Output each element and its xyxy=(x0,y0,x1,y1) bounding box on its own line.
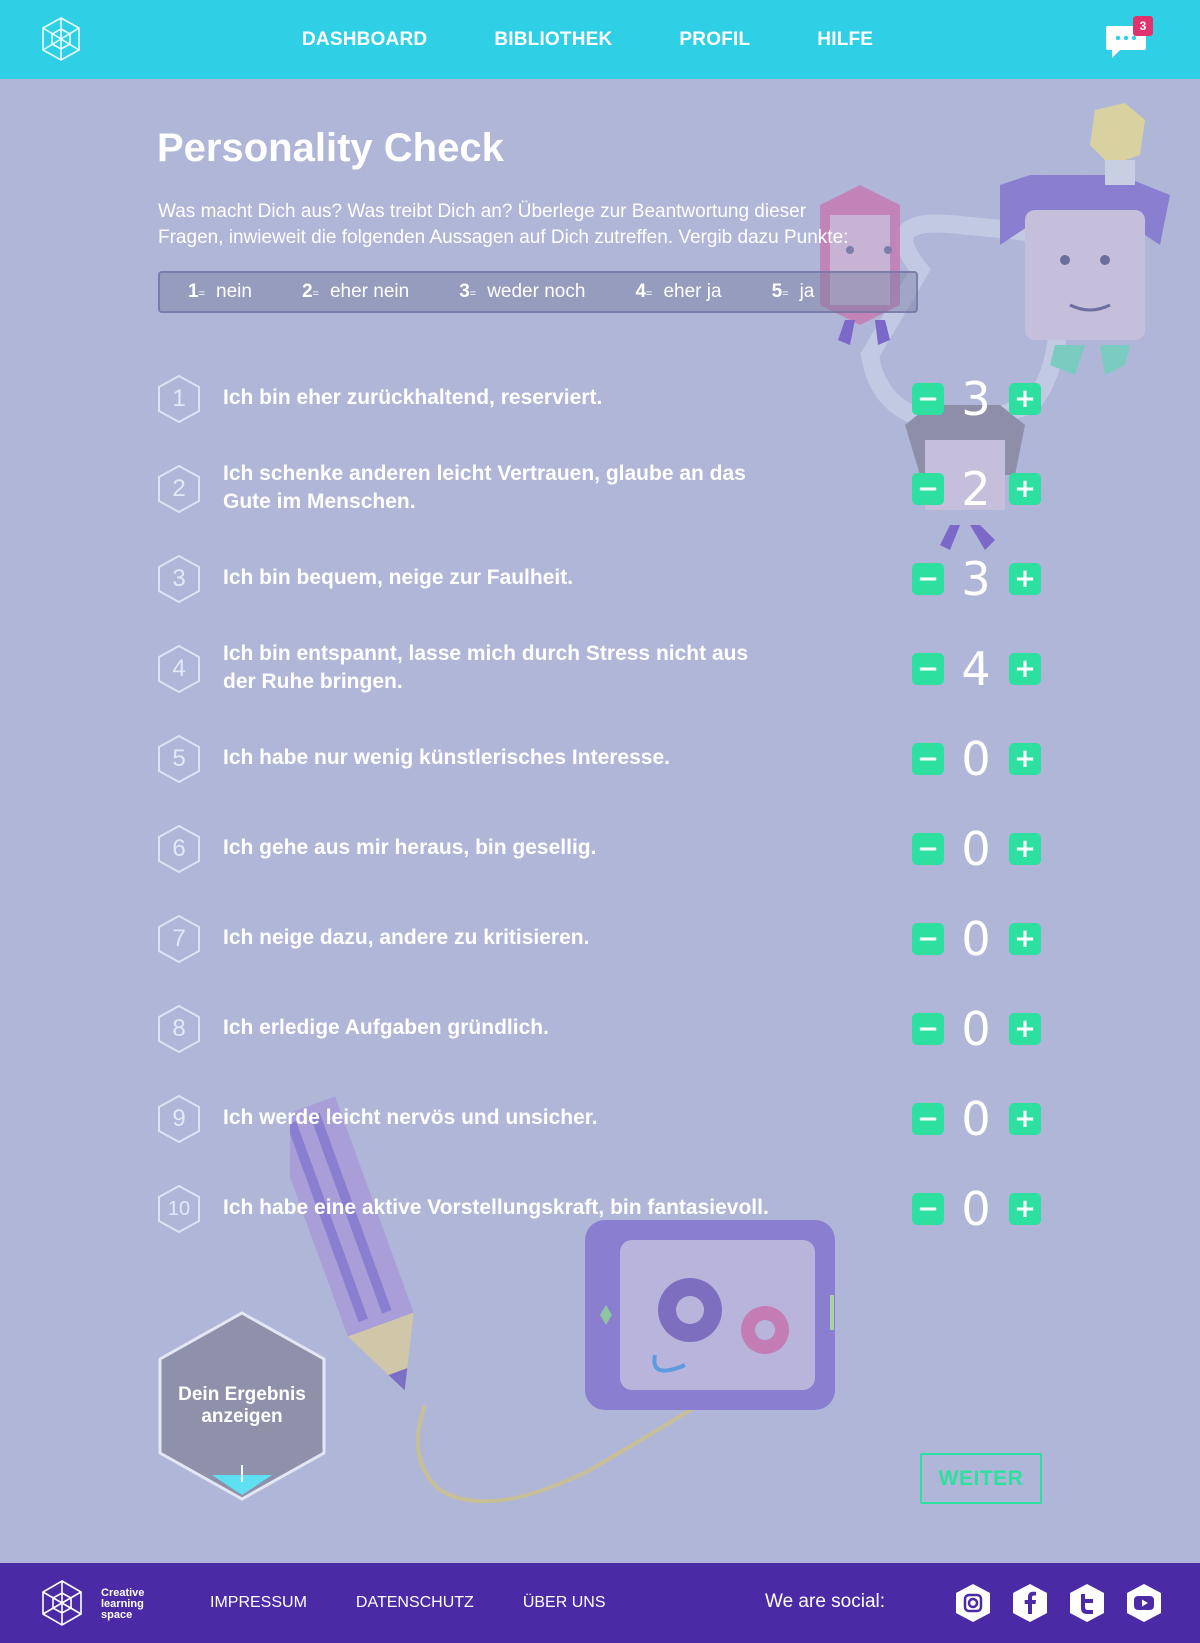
increment-button[interactable]: + xyxy=(1009,1193,1041,1225)
question-value: 0 xyxy=(961,912,991,966)
question-row: 5 Ich habe nur wenig künstlerisches Inte… xyxy=(156,728,1056,788)
chat-notification-badge: 3 xyxy=(1133,16,1153,36)
question-row: 6 Ich gehe aus mir heraus, bin gesellig.… xyxy=(156,818,1056,878)
snowflake-network-logo-icon[interactable] xyxy=(36,1577,88,1629)
show-result-label[interactable]: Dein Ergebnis anzeigen xyxy=(156,1384,328,1428)
question-number: 7 xyxy=(172,925,186,952)
question-text: Ich neige dazu, andere zu kritisieren. xyxy=(223,926,590,949)
question-text: Ich habe nur wenig künstlerisches Intere… xyxy=(223,746,670,769)
increment-button[interactable]: + xyxy=(1009,383,1041,415)
scale-item: 1 = nein xyxy=(188,281,252,302)
question-value: 0 xyxy=(961,1182,991,1236)
question-number: 3 xyxy=(172,565,186,592)
decrement-button[interactable]: − xyxy=(912,743,944,775)
weiter-button[interactable]: WEITER xyxy=(920,1453,1042,1504)
question-value: 0 xyxy=(961,822,991,876)
footer-link-datenschutz[interactable]: DATENSCHUTZ xyxy=(356,1594,474,1612)
increment-button[interactable]: + xyxy=(1009,1103,1041,1135)
snowflake-network-logo-icon[interactable] xyxy=(36,14,86,64)
question-value: 3 xyxy=(961,552,991,606)
question-text: Ich habe eine aktive Vorstellungskraft, … xyxy=(223,1196,769,1219)
rating-scale-legend: 1 = nein 2 = eher nein 3 = weder noch 4 = eher j… xyxy=(158,271,918,313)
decrement-button[interactable]: − xyxy=(912,473,944,505)
increment-button[interactable]: + xyxy=(1009,653,1041,685)
increment-button[interactable]: + xyxy=(1009,1013,1041,1045)
footer-links: IMPRESSUM DATENSCHUTZ ÜBER UNS xyxy=(210,1563,655,1643)
scale-item: 4 = eher ja xyxy=(635,281,722,302)
nav-bibliothek[interactable]: BIBLIOTHEK xyxy=(494,29,612,51)
intro-line-1: Was macht Dich aus? Was treibt Dich an? … xyxy=(158,201,807,222)
scale-item: 5 = ja xyxy=(771,281,815,302)
increment-button[interactable]: + xyxy=(1009,563,1041,595)
increment-button[interactable]: + xyxy=(1009,743,1041,775)
scale-item: 2 = eher nein xyxy=(301,281,410,302)
decrement-button[interactable]: − xyxy=(912,653,944,685)
intro-text: Was macht Dich aus? Was treibt Dich an? … xyxy=(158,199,938,251)
footer: Creative learning space IMPRESSUM DATENS… xyxy=(0,1563,1200,1643)
question-value: 0 xyxy=(961,1092,991,1146)
question-row: 7 Ich neige dazu, andere zu kritisieren.… xyxy=(156,908,1056,968)
increment-button[interactable]: + xyxy=(1009,833,1041,865)
facebook-icon[interactable] xyxy=(1010,1583,1050,1623)
decrement-button[interactable]: − xyxy=(912,1103,944,1135)
question-row: 10 Ich habe eine aktive Vorstellungskraf… xyxy=(156,1178,1056,1238)
question-text: Ich bin eher zurückhaltend, reserviert. xyxy=(223,386,603,409)
question-text: Ich bin entspannt, lasse mich durch Stre… xyxy=(223,642,749,693)
intro-line-2: Fragen, inwieweit die folgenden Aussagen… xyxy=(158,227,849,248)
decrement-button[interactable]: − xyxy=(912,923,944,955)
increment-button[interactable]: + xyxy=(1009,923,1041,955)
question-number: 6 xyxy=(172,835,186,862)
question-number: 8 xyxy=(172,1015,186,1042)
question-text: Ich erledige Aufgaben gründlich. xyxy=(223,1016,549,1039)
footer-link-impressum[interactable]: IMPRESSUM xyxy=(210,1594,307,1612)
twitter-icon[interactable] xyxy=(1067,1583,1107,1623)
decrement-button[interactable]: − xyxy=(912,383,944,415)
question-value: 3 xyxy=(961,372,991,426)
decrement-button[interactable]: − xyxy=(912,1193,944,1225)
question-row: 8 Ich erledige Aufgaben gründlich. − 0 + xyxy=(156,998,1056,1058)
instagram-icon[interactable] xyxy=(953,1583,993,1623)
question-value: 4 xyxy=(961,642,991,696)
question-text: Ich schenke anderen leicht Vertrauen, gl… xyxy=(223,462,746,513)
footer-link-ueber-uns[interactable]: ÜBER UNS xyxy=(523,1594,606,1612)
nav-hilfe[interactable]: HILFE xyxy=(817,29,873,51)
question-number: 10 xyxy=(167,1197,191,1220)
youtube-icon[interactable] xyxy=(1124,1583,1164,1623)
decrement-button[interactable]: − xyxy=(912,1013,944,1045)
scale-item: 3 = weder noch xyxy=(459,281,586,302)
top-header: DASHBOARD BIBLIOTHEK PROFIL HILFE 3 xyxy=(0,0,1200,79)
nav-profil[interactable]: PROFIL xyxy=(679,29,750,51)
question-row: 2 Ich schenke anderen leicht Vertrauen, … xyxy=(156,458,1056,518)
question-value: 2 xyxy=(961,462,991,516)
question-number: 1 xyxy=(172,385,186,412)
increment-button[interactable]: + xyxy=(1009,473,1041,505)
question-number: 4 xyxy=(172,655,186,682)
question-number: 5 xyxy=(172,745,186,772)
question-text: Ich gehe aus mir heraus, bin gesellig. xyxy=(223,836,597,859)
social-label: We are social: xyxy=(765,1591,886,1612)
decrement-button[interactable]: − xyxy=(912,563,944,595)
question-value: 0 xyxy=(961,732,991,786)
question-row: 1 Ich bin eher zurückhaltend, reserviert… xyxy=(156,368,1056,428)
question-text: Ich bin bequem, neige zur Faulheit. xyxy=(223,566,574,589)
question-text: Ich werde leicht nervös und unsicher. xyxy=(223,1106,598,1129)
question-number: 2 xyxy=(172,475,186,502)
page-title: Personality Check xyxy=(157,126,504,170)
question-value: 0 xyxy=(961,1002,991,1056)
decrement-button[interactable]: − xyxy=(912,833,944,865)
main-nav: DASHBOARD BIBLIOTHEK PROFIL HILFE xyxy=(302,0,940,79)
nav-dashboard[interactable]: DASHBOARD xyxy=(302,29,427,51)
question-row: 3 Ich bin bequem, neige zur Faulheit. − … xyxy=(156,548,1056,608)
question-row: 9 Ich werde leicht nervös und unsicher. … xyxy=(156,1088,1056,1148)
question-number: 9 xyxy=(172,1105,186,1132)
footer-brand: Creative learning space xyxy=(101,1587,145,1621)
question-row: 4 Ich bin entspannt, lasse mich durch St… xyxy=(156,638,1056,698)
